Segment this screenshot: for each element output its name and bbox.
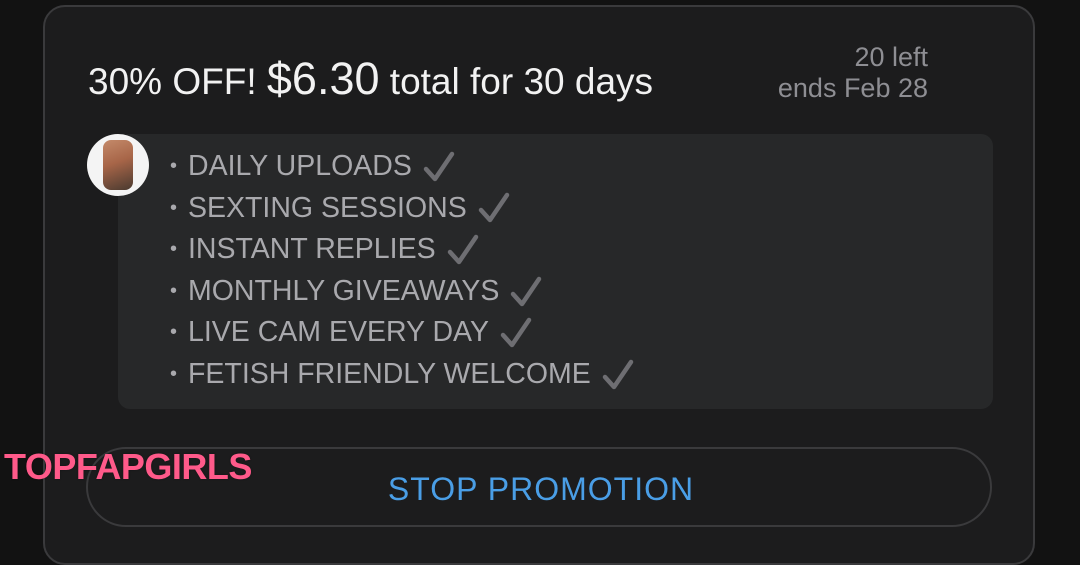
checkmark-icon [602,359,633,390]
promotion-price: $6.30 [266,53,380,104]
bullet-icon: • [170,155,178,177]
list-item: • INSTANT REPLIES [170,229,635,271]
expiry-date: ends Feb 28 [777,73,928,103]
bullet-icon: • [170,238,178,261]
feature-label: INSTANT REPLIES [188,233,436,266]
bullet-icon: • [170,321,178,344]
checkmark-icon [447,234,478,265]
bullet-icon: • [170,279,178,302]
checkmark-icon [478,193,509,223]
bullet-icon: • [170,196,178,219]
checkmark-icon [423,151,455,182]
feature-label: SEXTING SESSIONS [188,191,467,224]
checkmark-icon [511,276,542,306]
checkmark-icon [500,317,532,348]
list-item: • MONTHLY GIVEAWAYS [170,271,635,313]
watermark-logo: TOPFAPGIRLS [4,446,252,487]
bullet-icon: • [170,362,178,385]
promotion-meta: 20 left ends Feb 28 [778,42,928,104]
feature-label: MONTHLY GIVEAWAYS [188,274,500,307]
list-item: • DAILY UPLOADS [170,146,635,188]
feature-label: DAILY UPLOADS [188,150,412,182]
feature-list: • DAILY UPLOADS • SEXTING SESSIONS • INS… [170,146,635,396]
feature-label: LIVE CAM EVERY DAY [188,316,489,349]
list-item: • LIVE CAM EVERY DAY [170,312,635,354]
discount-label: 30% OFF! [88,61,257,102]
promotion-duration: total for 30 days [389,61,654,102]
list-item: • SEXTING SESSIONS [170,188,635,230]
avatar[interactable] [87,134,149,196]
promotion-title: 30% OFF! $6.30 total for 30 days [88,52,653,109]
avatar-photo [103,140,133,190]
feature-label: FETISH FRIENDLY WELCOME [188,357,591,390]
remaining-count: 20 left [854,42,928,72]
list-item: • FETISH FRIENDLY WELCOME [170,354,635,396]
